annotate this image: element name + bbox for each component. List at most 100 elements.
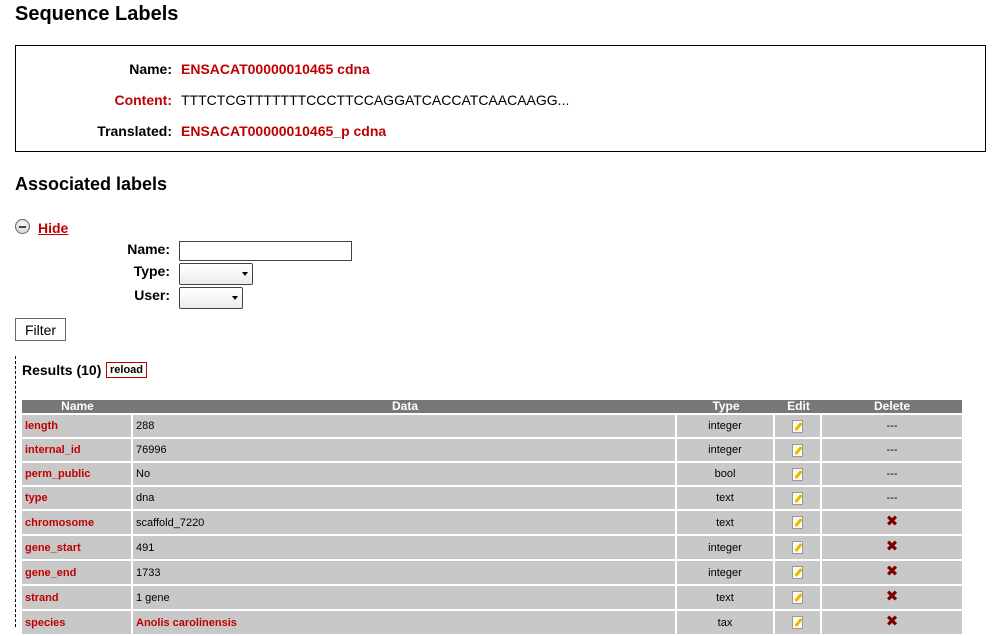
label-type-cell: tax <box>677 611 775 634</box>
edit-cell <box>775 611 822 634</box>
delete-cell: ✖ <box>822 511 962 534</box>
delete-cell: --- <box>822 415 962 437</box>
sequence-name-value: ENSACAT00000010465 cdna <box>181 61 370 77</box>
delete-icon[interactable]: ✖ <box>886 561 899 583</box>
table-row: species Anolis carolinensis tax ✖ <box>22 611 962 634</box>
delete-unavailable: --- <box>886 444 898 456</box>
sequence-translated-row: Translated: ENSACAT00000010465_p cdna <box>16 121 985 141</box>
table-row: gene_end 1733 integer ✖ <box>22 561 962 584</box>
edit-icon[interactable] <box>792 467 803 481</box>
delete-cell: --- <box>822 487 962 509</box>
edit-icon[interactable] <box>792 566 803 580</box>
label-type-cell: text <box>677 511 775 534</box>
table-row: type dna text --- <box>22 487 962 509</box>
label-name-link[interactable]: length <box>22 415 133 437</box>
label-data-cell: dna <box>133 487 677 509</box>
table-row: chromosome scaffold_7220 text ✖ <box>22 511 962 534</box>
label-type-cell: text <box>677 586 775 609</box>
label-type-cell: integer <box>677 561 775 584</box>
sequence-translated-value[interactable]: ENSACAT00000010465_p cdna <box>181 121 386 141</box>
results-title: Results (10) <box>22 362 102 378</box>
edit-cell <box>775 415 822 437</box>
column-header-name[interactable]: Name <box>22 400 133 413</box>
label-name-link[interactable]: gene_end <box>22 561 133 584</box>
edit-icon[interactable] <box>792 516 803 530</box>
hide-link[interactable]: Hide <box>38 220 68 236</box>
label-data-cell: 288 <box>133 415 677 437</box>
collapse-icon[interactable] <box>15 219 30 234</box>
filter-name-input[interactable] <box>179 241 352 261</box>
label-name-link[interactable]: type <box>22 487 133 509</box>
edit-icon[interactable] <box>792 616 803 630</box>
edit-cell <box>775 536 822 559</box>
filter-type-label: Type: <box>133 263 170 279</box>
delete-icon[interactable]: ✖ <box>886 586 899 608</box>
delete-cell: ✖ <box>822 611 962 634</box>
label-type-cell: text <box>677 487 775 509</box>
filter-user-label: User: <box>134 287 170 303</box>
label-data-cell: 491 <box>133 536 677 559</box>
chevron-down-icon <box>232 296 238 300</box>
edit-cell <box>775 586 822 609</box>
label-name-link[interactable]: perm_public <box>22 463 133 485</box>
table-row: gene_start 491 integer ✖ <box>22 536 962 559</box>
delete-icon[interactable]: ✖ <box>886 511 899 533</box>
column-header-type[interactable]: Type <box>677 400 775 413</box>
chevron-down-icon <box>242 272 248 276</box>
edit-icon[interactable] <box>792 491 803 505</box>
label-type-cell: integer <box>677 536 775 559</box>
label-name-link[interactable]: gene_start <box>22 536 133 559</box>
associated-labels-heading: Associated labels <box>15 174 168 194</box>
results-divider <box>15 356 16 627</box>
sequence-translated-label: Translated: <box>97 123 172 139</box>
label-name-link[interactable]: species <box>22 611 133 634</box>
delete-cell: ✖ <box>822 536 962 559</box>
label-data-cell: 1 gene <box>133 586 677 609</box>
label-name-link[interactable]: internal_id <box>22 439 133 461</box>
edit-icon[interactable] <box>792 541 803 555</box>
sequence-content-value: TTTCTCGTTTTTTTCCCTTCCAGGATCACCATCAACAAGG… <box>181 92 570 108</box>
table-row: perm_public No bool --- <box>22 463 962 485</box>
edit-cell <box>775 439 822 461</box>
filter-type-select[interactable] <box>179 263 253 285</box>
label-type-cell: integer <box>677 439 775 461</box>
delete-unavailable: --- <box>886 420 898 432</box>
results-table: Name Data Type Edit Delete length 288 inte… <box>22 398 962 636</box>
delete-icon[interactable]: ✖ <box>886 611 899 633</box>
edit-cell <box>775 463 822 485</box>
page-title: Sequence Labels <box>15 3 179 25</box>
delete-cell: --- <box>822 439 962 461</box>
edit-icon[interactable] <box>792 443 803 457</box>
delete-unavailable: --- <box>886 468 898 480</box>
table-row: internal_id 76996 integer --- <box>22 439 962 461</box>
label-data-cell: 1733 <box>133 561 677 584</box>
label-type-cell: integer <box>677 415 775 437</box>
column-header-delete: Delete <box>822 400 962 413</box>
delete-unavailable: --- <box>886 492 898 504</box>
column-header-edit: Edit <box>775 400 822 413</box>
delete-cell: --- <box>822 463 962 485</box>
sequence-content-row: Content: TTTCTCGTTTTTTTCCCTTCCAGGATCACCA… <box>16 90 985 110</box>
filter-name-label: Name: <box>127 241 170 257</box>
label-data-cell[interactable]: Anolis carolinensis <box>133 611 677 634</box>
table-row: strand 1 gene text ✖ <box>22 586 962 609</box>
sequence-name-label: Name: <box>129 61 172 77</box>
label-type-cell: bool <box>677 463 775 485</box>
sequence-name-row: Name: ENSACAT00000010465 cdna <box>16 59 985 79</box>
label-data-cell: scaffold_7220 <box>133 511 677 534</box>
filter-button[interactable]: Filter <box>15 318 66 341</box>
edit-icon[interactable] <box>792 591 803 605</box>
label-data-cell: 76996 <box>133 439 677 461</box>
column-header-data[interactable]: Data <box>133 400 677 413</box>
edit-cell <box>775 561 822 584</box>
delete-icon[interactable]: ✖ <box>886 536 899 558</box>
label-name-link[interactable]: strand <box>22 586 133 609</box>
table-row: length 288 integer --- <box>22 415 962 437</box>
reload-button[interactable]: reload <box>106 362 148 378</box>
edit-cell <box>775 511 822 534</box>
label-name-link[interactable]: chromosome <box>22 511 133 534</box>
filter-user-select[interactable] <box>179 287 243 309</box>
delete-cell: ✖ <box>822 586 962 609</box>
edit-cell <box>775 487 822 509</box>
edit-icon[interactable] <box>792 419 803 433</box>
